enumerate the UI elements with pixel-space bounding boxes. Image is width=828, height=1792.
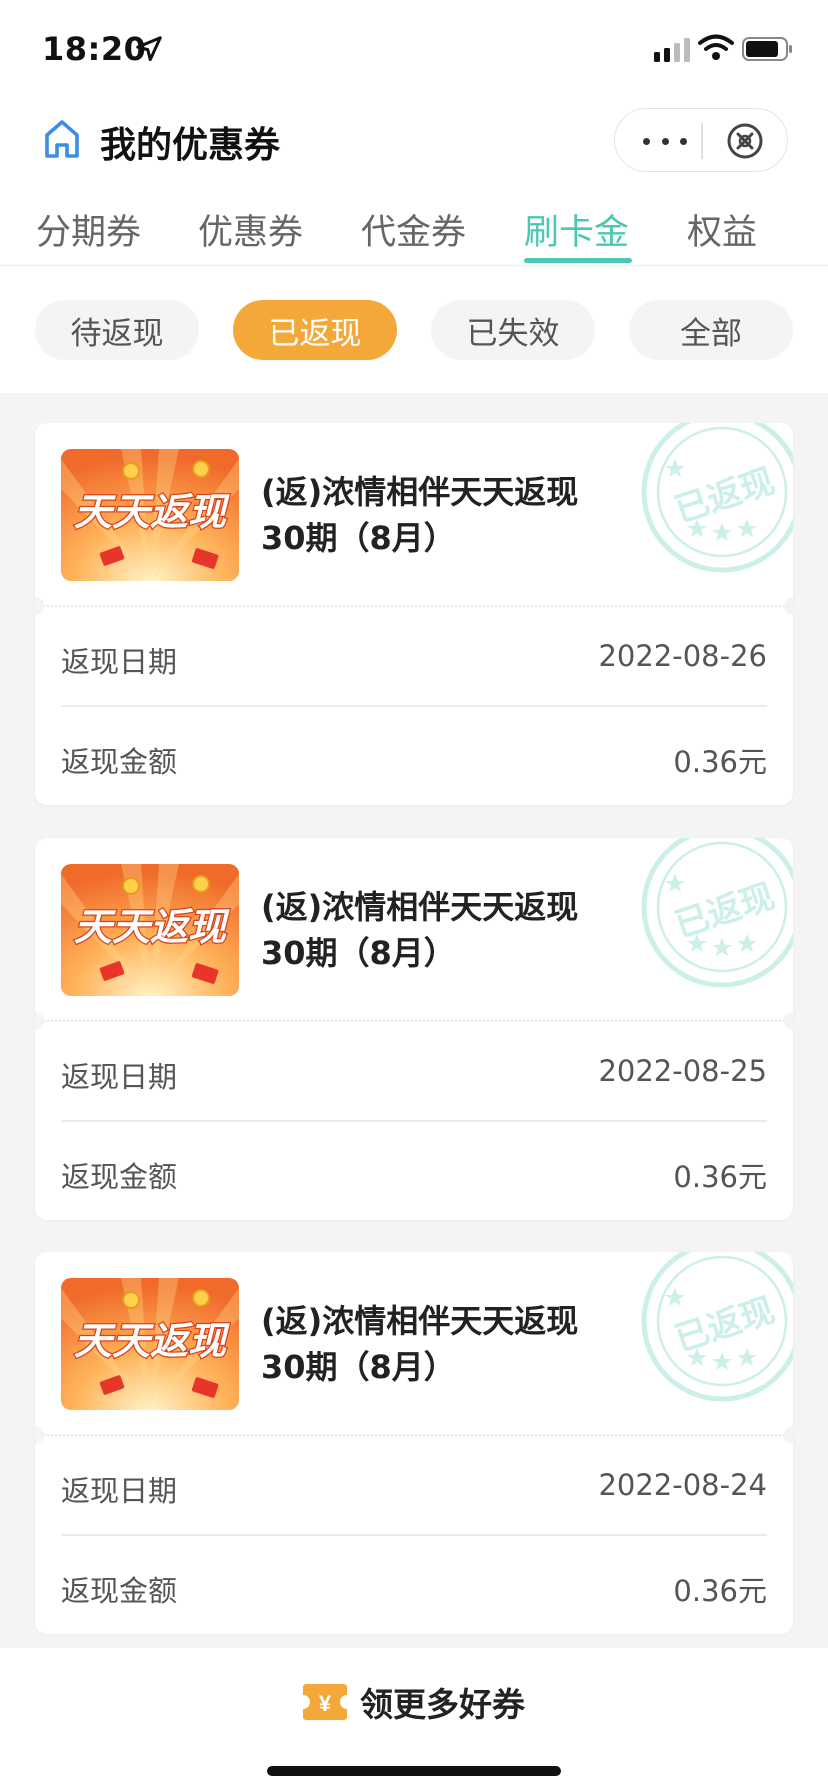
coupon-title-line2: 30期（8月） (261, 934, 456, 972)
filter-expired[interactable]: 已失效 (431, 300, 595, 360)
close-icon[interactable] (725, 121, 765, 161)
cashback-done-stamp: 已返现 (641, 1252, 793, 1402)
perforation-divider (35, 1434, 793, 1436)
cashback-promo-thumbnail: 天天返现 (61, 864, 239, 996)
cashback-date-label: 返现日期 (61, 645, 178, 679)
cashback-date-value: 2022-08-25 (598, 1054, 767, 1088)
svg-text:天天返现: 天天返现 (74, 907, 230, 949)
page-title: 我的优惠券 (100, 125, 281, 166)
location-arrow-icon (136, 36, 162, 62)
active-tab-indicator (524, 258, 632, 263)
cashback-done-stamp: 已返现 (641, 838, 793, 988)
ticket-notch-right (784, 597, 793, 615)
capsule-divider (701, 123, 703, 159)
cashback-amount-label: 返现金额 (61, 1160, 178, 1194)
cashback-promo-thumbnail: 天天返现 (61, 449, 239, 581)
cashback-amount-value: 0.36元 (673, 1160, 767, 1194)
coupon-title: (返)浓情相伴天天返现 30期（8月） (261, 1298, 621, 1390)
nav-bar: 我的优惠券 (0, 100, 828, 184)
coupon-title: (返)浓情相伴天天返现 30期（8月） (261, 469, 621, 561)
tab-card-cashback[interactable]: 刷卡金 (524, 204, 629, 255)
row-divider (61, 1534, 767, 1536)
row-divider (61, 1120, 767, 1122)
filter-chips: 待返现 已返现 已失效 全部 (0, 300, 828, 360)
svg-text:已返现: 已返现 (670, 877, 779, 945)
svg-text:¥: ¥ (319, 1691, 332, 1716)
cashback-date-label: 返现日期 (61, 1060, 178, 1094)
row-divider (61, 705, 767, 707)
cashback-date-value: 2022-08-26 (598, 639, 767, 673)
cashback-amount-value: 0.36元 (673, 745, 767, 779)
svg-text:天天返现: 天天返现 (74, 1321, 230, 1363)
tab-benefits[interactable]: 权益 (687, 204, 757, 255)
home-indicator (267, 1766, 561, 1776)
more-options-icon[interactable] (643, 123, 687, 159)
cellular-signal-icon (654, 38, 690, 62)
perforation-divider (35, 1020, 793, 1022)
coupon-title-line2: 30期（8月） (261, 1348, 456, 1386)
home-icon[interactable] (42, 118, 82, 160)
battery-icon (742, 37, 792, 61)
get-more-coupons-button[interactable]: ¥ 领更多好券 (302, 1678, 525, 1726)
ticket-notch-left (35, 1426, 44, 1444)
tab-installment-coupon[interactable]: 分期券 (36, 204, 141, 255)
cashback-date-label: 返现日期 (61, 1474, 178, 1508)
svg-text:已返现: 已返现 (670, 462, 779, 530)
coupon-title-line1: (返)浓情相伴天天返现 (261, 473, 579, 511)
ticket-notch-right (784, 1426, 793, 1444)
filter-pending-cashback[interactable]: 待返现 (35, 300, 199, 360)
svg-text:天天返现: 天天返现 (74, 492, 230, 534)
ticket-notch-right (784, 1012, 793, 1030)
cashback-done-stamp: 已返现 (641, 423, 793, 573)
bottom-bar: ¥ 领更多好券 (0, 1648, 828, 1792)
yen-coupon-icon: ¥ (303, 1684, 347, 1720)
mini-program-capsule (614, 108, 788, 172)
cashback-amount-label: 返现金额 (61, 1574, 178, 1608)
coupon-card[interactable]: 天天返现 (返)浓情相伴天天返现 30期（8月） 已返现 返现日期 2022-0… (35, 1252, 793, 1634)
cashback-date-value: 2022-08-24 (598, 1468, 767, 1502)
coupon-title-line1: (返)浓情相伴天天返现 (261, 1302, 579, 1340)
ticket-notch-left (35, 597, 44, 615)
main-tabs: 分期券 优惠券 代金券 刷卡金 权益 (0, 196, 828, 266)
cashback-amount-label: 返现金额 (61, 745, 178, 779)
ticket-notch-left (35, 1012, 44, 1030)
status-bar: 18:20 (0, 0, 828, 96)
get-more-coupons-label: 领更多好券 (360, 1685, 525, 1724)
svg-text:已返现: 已返现 (670, 1291, 779, 1359)
perforation-divider (35, 605, 793, 607)
cashback-promo-thumbnail: 天天返现 (61, 1278, 239, 1410)
coupon-title: (返)浓情相伴天天返现 30期（8月） (261, 884, 621, 976)
coupon-card[interactable]: 天天返现 (返)浓情相伴天天返现 30期（8月） 已返现 返现日期 2022-0… (35, 423, 793, 805)
coupon-title-line2: 30期（8月） (261, 519, 456, 557)
filter-all[interactable]: 全部 (629, 300, 793, 360)
cashback-amount-value: 0.36元 (673, 1574, 767, 1608)
wifi-icon (698, 34, 734, 60)
tab-discount-coupon[interactable]: 优惠券 (198, 204, 303, 255)
coupon-card[interactable]: 天天返现 (返)浓情相伴天天返现 30期（8月） 已返现 返现日期 2022-0… (35, 838, 793, 1220)
status-time: 18:20 (42, 30, 147, 68)
coupon-title-line1: (返)浓情相伴天天返现 (261, 888, 579, 926)
tab-voucher[interactable]: 代金券 (361, 204, 466, 255)
filter-cashback-done[interactable]: 已返现 (233, 300, 397, 360)
